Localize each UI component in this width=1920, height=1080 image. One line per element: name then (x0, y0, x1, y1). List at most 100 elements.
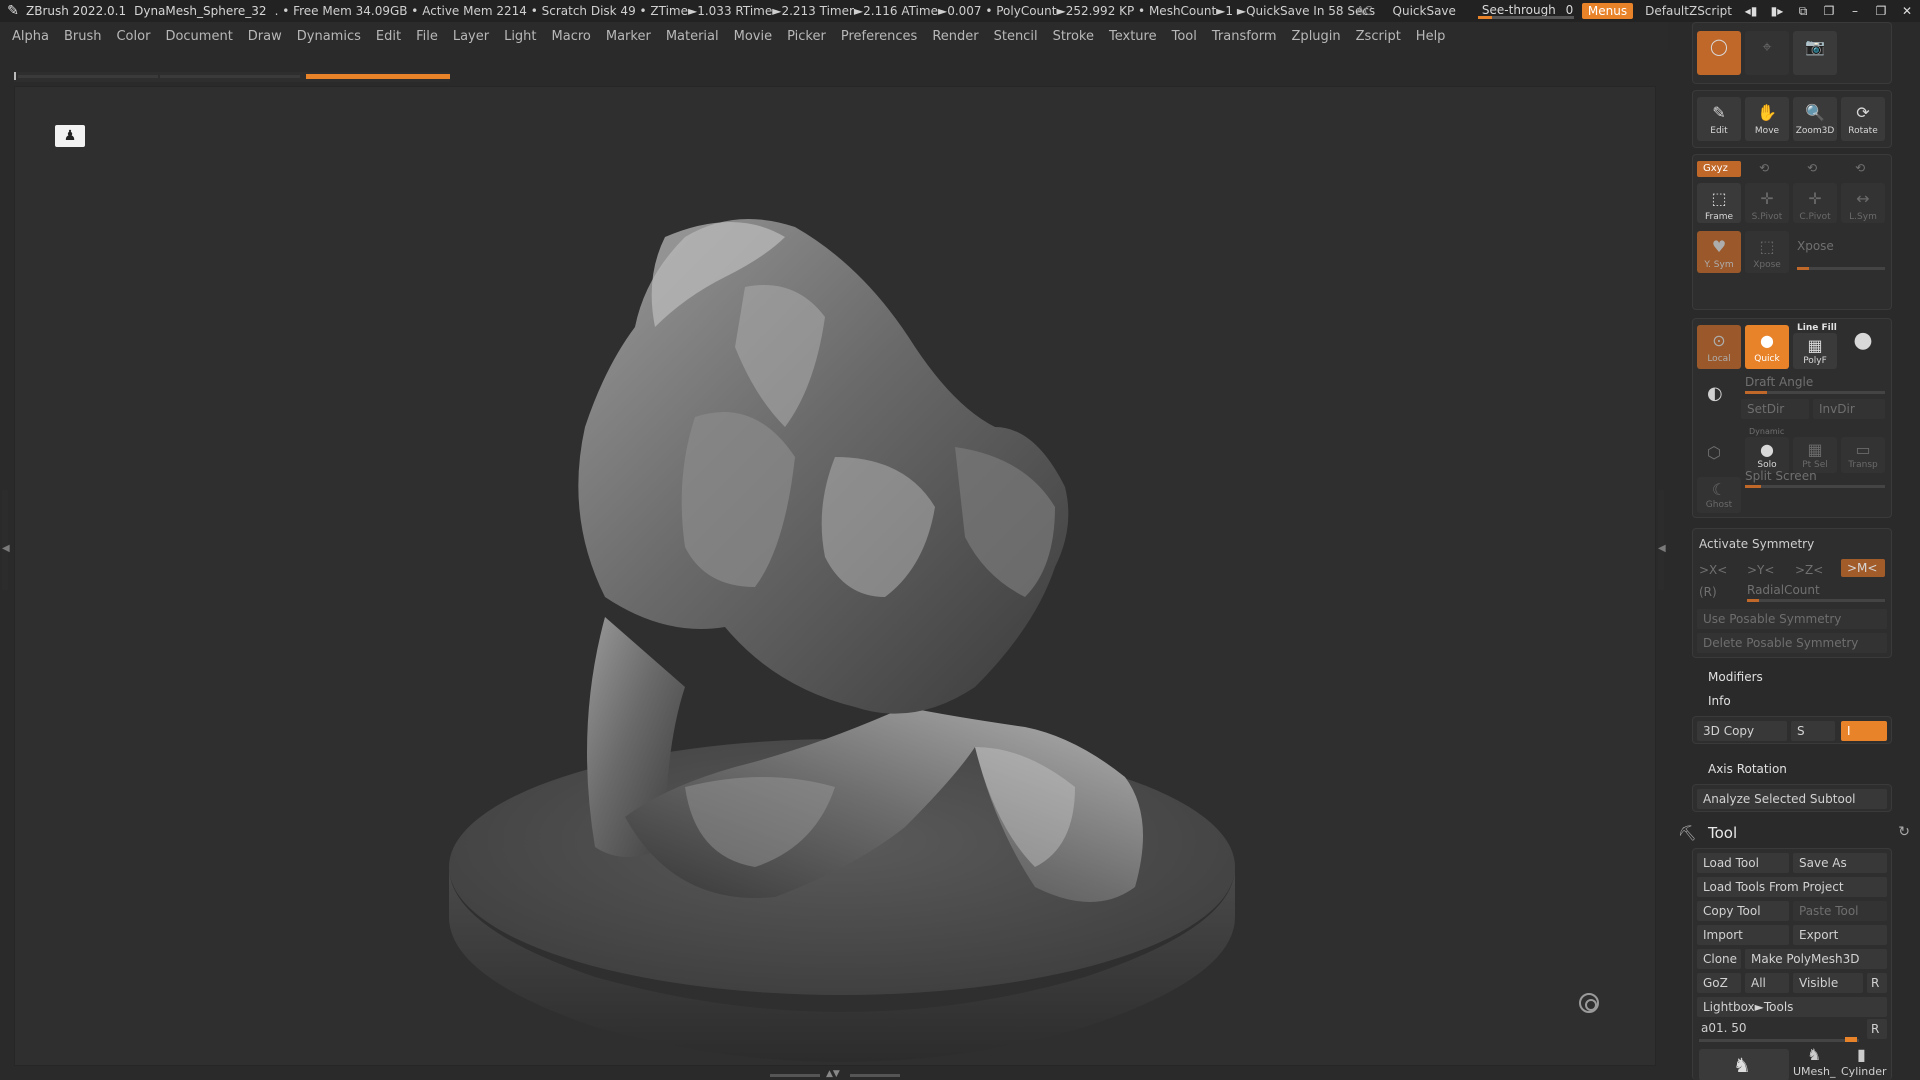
float-icon[interactable]: ❐ (1816, 4, 1842, 18)
save-as-button[interactable]: Save As (1793, 853, 1887, 873)
restore-icon[interactable]: ❐ (1868, 4, 1894, 18)
sym-y-button[interactable]: >Y< (1747, 563, 1774, 577)
transpose-gizmo-icon[interactable] (1579, 993, 1599, 1013)
invdir-button[interactable]: InvDir (1813, 399, 1885, 419)
split-screen-slider[interactable] (1745, 485, 1885, 488)
y-rotation-icon[interactable]: ⟲ (1807, 161, 1817, 175)
xpose-slider[interactable] (1797, 267, 1885, 270)
menu-brush[interactable]: Brush (64, 29, 102, 44)
right-tray-handle[interactable] (1658, 490, 1664, 590)
polyf-button[interactable]: ▦ PolyF (1793, 333, 1837, 369)
menus-button[interactable]: Menus (1581, 3, 1634, 19)
menu-preferences[interactable]: Preferences (841, 29, 917, 44)
menu-macro[interactable]: Macro (552, 29, 591, 44)
spivot-button[interactable]: ✛ S.Pivot (1745, 183, 1789, 223)
tab-active[interactable] (306, 74, 450, 79)
local-button[interactable]: ⊙ Local (1697, 325, 1741, 369)
axis-rotation-section[interactable]: Axis Rotation (1708, 762, 1787, 776)
goz-visible-button[interactable]: Visible (1793, 973, 1863, 993)
bottom-tray-handle[interactable]: ▲▼ (770, 1069, 900, 1080)
dock-icon[interactable]: ⧉ (1790, 4, 1816, 19)
import-button[interactable]: Import (1697, 925, 1789, 945)
menu-picker[interactable]: Picker (787, 29, 826, 44)
move-button[interactable]: ✋ Move (1745, 97, 1789, 141)
menu-render[interactable]: Render (932, 29, 978, 44)
menu-draw[interactable]: Draw (248, 29, 282, 44)
current-tool-thumbnail[interactable]: ♞ (1699, 1049, 1789, 1080)
activate-symmetry-button[interactable]: Activate Symmetry (1699, 537, 1814, 551)
goz-button[interactable]: GoZ (1697, 973, 1741, 993)
ptsel-button[interactable]: ▦ Pt Sel (1793, 437, 1837, 473)
menu-layer[interactable]: Layer (453, 29, 489, 44)
close-icon[interactable]: ✕ (1894, 4, 1920, 18)
radial-count-slider[interactable] (1747, 599, 1885, 602)
tool-slider[interactable] (1699, 1039, 1859, 1042)
menu-document[interactable]: Document (165, 29, 232, 44)
sculpted-mesh-render[interactable] (435, 127, 1255, 1067)
make-polymesh3d-button[interactable]: Make PolyMesh3D (1745, 949, 1887, 969)
analyze-subtool-button[interactable]: Analyze Selected Subtool (1697, 789, 1887, 809)
load-tools-from-project-button[interactable]: Load Tools From Project (1697, 877, 1887, 897)
layout-left-icon[interactable]: ◂▮ (1738, 4, 1764, 18)
menu-marker[interactable]: Marker (606, 29, 651, 44)
menu-movie[interactable]: Movie (734, 29, 772, 44)
sym-m-button[interactable]: >M< (1841, 559, 1885, 577)
menu-zscript[interactable]: Zscript (1356, 29, 1401, 44)
rotate-button[interactable]: ⟳ Rotate (1841, 97, 1885, 141)
menu-stroke[interactable]: Stroke (1053, 29, 1094, 44)
menu-light[interactable]: Light (504, 29, 536, 44)
edit-button[interactable]: ✎ Edit (1697, 97, 1741, 141)
menu-alpha[interactable]: Alpha (12, 29, 49, 44)
ysym-button[interactable]: ♥ Y. Sym (1697, 231, 1741, 273)
tab-2[interactable] (160, 75, 300, 78)
sym-z-button[interactable]: >Z< (1795, 563, 1823, 577)
menu-transform[interactable]: Transform (1212, 29, 1277, 44)
tab-1[interactable] (18, 75, 158, 78)
transp-button[interactable]: ▭ Transp (1841, 437, 1885, 473)
copy3d-i-button[interactable]: I (1841, 721, 1887, 741)
radial-r-button[interactable]: (R) (1699, 585, 1717, 599)
xyz-toggle[interactable]: Gxyz (1697, 161, 1741, 177)
menu-stencil[interactable]: Stencil (994, 29, 1038, 44)
dynamic-persp-icon[interactable]: ◐ (1707, 383, 1723, 404)
quicksave-button[interactable]: QuickSave (1393, 4, 1456, 18)
menu-texture[interactable]: Texture (1109, 29, 1157, 44)
layout-right-icon[interactable]: ▮▸ (1764, 4, 1790, 18)
menu-material[interactable]: Material (666, 29, 719, 44)
quick-button[interactable]: ● Quick (1745, 325, 1789, 369)
frame-button[interactable]: ⬚ Frame (1697, 183, 1741, 223)
menu-help[interactable]: Help (1416, 29, 1446, 44)
tool-palette-header[interactable]: ⛏ Tool ↻ (1678, 822, 1914, 846)
see-through-slider[interactable]: See-through 0 (1477, 2, 1574, 20)
z-rotation-icon[interactable]: ⟲ (1855, 161, 1865, 175)
umesh-thumbnail[interactable]: ♞ UMesh_ (1793, 1045, 1837, 1080)
modifiers-section[interactable]: Modifiers (1708, 670, 1763, 684)
right-tray-arrow-icon[interactable]: ◀ (1658, 543, 1666, 554)
menu-edit[interactable]: Edit (376, 29, 401, 44)
cube-icon[interactable]: ⬡ (1707, 443, 1721, 462)
ac-toggle[interactable]: AC (1356, 4, 1372, 18)
canvas-viewport[interactable]: ♟ (14, 86, 1656, 1066)
clone-button[interactable]: Clone (1697, 949, 1741, 969)
menu-dynamics[interactable]: Dynamics (297, 29, 361, 44)
paste-tool-button[interactable]: Paste Tool (1793, 901, 1887, 921)
tool-slider-knob[interactable] (1845, 1037, 1857, 1042)
use-posable-symmetry-button[interactable]: Use Posable Symmetry (1697, 609, 1887, 629)
export-button[interactable]: Export (1793, 925, 1887, 945)
delete-posable-symmetry-button[interactable]: Delete Posable Symmetry (1697, 633, 1887, 653)
lightbox-tools-button[interactable]: Lightbox►Tools (1697, 997, 1887, 1017)
camera-icon[interactable]: 📷 (1793, 31, 1837, 75)
tool-r-button[interactable]: R (1867, 1019, 1887, 1039)
zoom3d-button[interactable]: 🔍 Zoom3D (1793, 97, 1837, 141)
xpose-button[interactable]: ⬚ Xpose (1745, 231, 1789, 273)
left-tray-arrow-icon[interactable]: ◀ (2, 543, 10, 554)
left-tray-handle[interactable] (2, 490, 8, 590)
menu-zplugin[interactable]: Zplugin (1292, 29, 1341, 44)
ghost-button[interactable]: ☾ Ghost (1697, 477, 1741, 513)
x-rotation-icon[interactable]: ⟲ (1759, 161, 1769, 175)
floor-grid-icon[interactable]: ♟ (55, 125, 85, 147)
load-tool-button[interactable]: Load Tool (1697, 853, 1789, 873)
setdir-button[interactable]: SetDir (1741, 399, 1809, 419)
minimize-icon[interactable]: – (1842, 4, 1868, 18)
info-section[interactable]: Info (1708, 694, 1731, 708)
